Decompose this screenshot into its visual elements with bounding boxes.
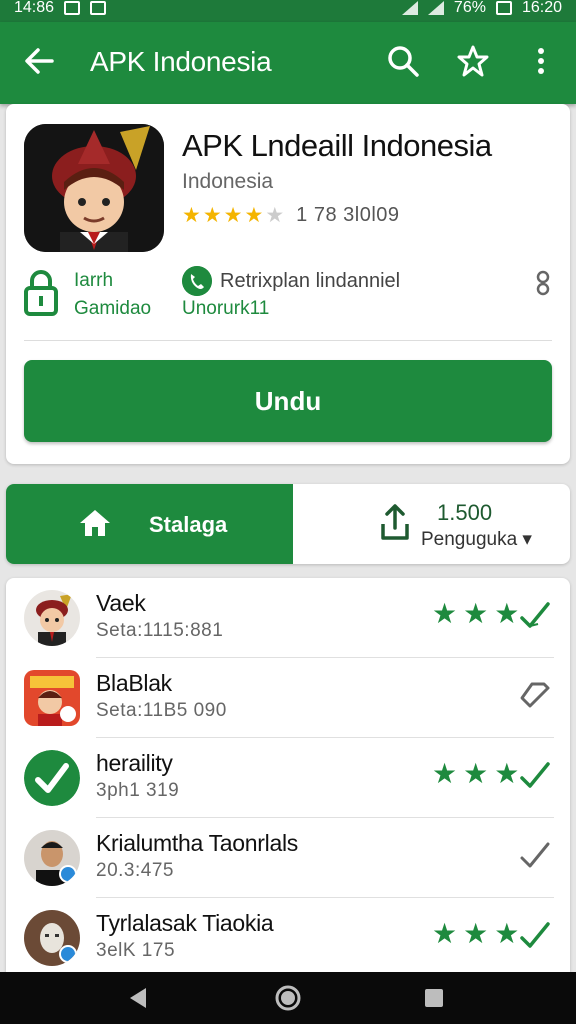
- rating-stars: ★ ★ ★: [432, 760, 519, 788]
- star-filled-icon: ★: [494, 918, 520, 949]
- tab-uploads[interactable]: 1.500 Penguguka ▾: [293, 484, 570, 564]
- lock-icon: [24, 270, 58, 316]
- list-item[interactable]: Tyrlalasak Tiaokia 3elK 175 ★ ★ ★: [6, 898, 570, 972]
- star-filled-icon: ★: [432, 758, 458, 789]
- developer-name[interactable]: Indonesia: [182, 170, 273, 194]
- meta-phone-value: Unorurk11: [182, 298, 270, 319]
- tag-icon[interactable]: [518, 678, 552, 712]
- battery-icon: [495, 1, 512, 15]
- system-nav-bar: [0, 972, 576, 1024]
- star-filled-icon: ★: [463, 598, 489, 629]
- battery-level: 76%: [453, 0, 486, 16]
- list-item-sub: 3ph1 319: [96, 780, 180, 801]
- app-bar: APK Indonesia: [0, 22, 576, 104]
- avatar: [24, 590, 80, 646]
- avatar: [24, 670, 80, 726]
- list-item-name: heraility: [96, 750, 173, 776]
- star-empty-icon: ★: [265, 204, 285, 227]
- rating-count: 1 78 3l0l09: [296, 204, 400, 226]
- notification-icon: [64, 1, 81, 15]
- app-icon: [24, 124, 164, 252]
- list-item-name: Tyrlalasak Tiaokia: [96, 910, 274, 936]
- uploads-count: 1.500: [437, 500, 493, 525]
- star-filled-icon: ★: [202, 204, 222, 227]
- star-filled-icon: ★: [463, 918, 489, 949]
- list-item-sub: 20.3:475: [96, 860, 174, 881]
- home-icon: [80, 510, 110, 536]
- check-icon[interactable]: [518, 598, 552, 632]
- list-item[interactable]: BlaBlak Seta:11B5 090: [6, 658, 570, 738]
- status-time-left: 14:86: [14, 0, 55, 16]
- star-filled-icon: ★: [494, 598, 520, 629]
- more-vert-icon[interactable]: [524, 44, 558, 78]
- nav-recents-icon[interactable]: [420, 984, 448, 1012]
- star-filled-icon: ★: [223, 204, 243, 227]
- list-item-sub: Seta:1115:881: [96, 620, 224, 641]
- nav-back-icon[interactable]: [124, 984, 152, 1012]
- app-details-card: APK Lndeaill Indonesia Indonesia ★ ★ ★ ★…: [6, 104, 570, 464]
- divider: [24, 340, 552, 341]
- tab-home-label: Stalaga: [149, 512, 228, 537]
- avatar: [24, 750, 80, 806]
- app-name: APK Lndeaill Indonesia: [182, 128, 492, 163]
- phone-icon: [182, 266, 212, 296]
- tabs-card: Stalaga 1.500 Penguguka ▾: [6, 484, 570, 564]
- more-info-icon[interactable]: [536, 270, 550, 296]
- tab-home[interactable]: Stalaga: [6, 484, 293, 564]
- list-item[interactable]: heraility 3ph1 319 ★ ★ ★: [6, 738, 570, 818]
- check-outline-icon[interactable]: [518, 838, 552, 872]
- meta-lock-value: Gamidao: [74, 298, 152, 319]
- list-item-name: Vaek: [96, 590, 146, 616]
- page-title: APK Indonesia: [90, 46, 272, 77]
- list-item[interactable]: Krialumtha Taonrlals 20.3:475: [6, 818, 570, 898]
- meta-lock-label: Iarrh: [74, 270, 114, 291]
- check-icon[interactable]: [518, 918, 552, 952]
- user-list: Vaek Seta:1115:881 ★ ★ ★ BlaBlak Seta:11…: [6, 578, 570, 972]
- meta-lock: Iarrh Gamidao: [24, 264, 160, 322]
- signal-icon-2: [427, 1, 444, 15]
- rating-stars: ★ ★ ★: [432, 920, 519, 948]
- arrow-left-icon[interactable]: [22, 44, 56, 78]
- star-filled-icon: ★: [432, 918, 458, 949]
- install-button[interactable]: Undu: [24, 360, 552, 442]
- nav-home-icon[interactable]: [274, 984, 302, 1012]
- notification-icon-2: [90, 1, 107, 15]
- upload-icon: [381, 504, 409, 540]
- meta-phone: Retrixplan lindanniel Unorurk11: [182, 264, 522, 322]
- avatar: [24, 830, 80, 886]
- star-filled-icon: ★: [182, 204, 201, 227]
- search-icon[interactable]: [386, 44, 420, 78]
- list-item-sub: Seta:11B5 090: [96, 700, 227, 721]
- meta-phone-label: Retrixplan lindanniel: [220, 270, 401, 292]
- check-icon[interactable]: [518, 758, 552, 792]
- status-bar: 14:86 76% 16:20: [0, 0, 576, 22]
- avatar: [24, 910, 80, 966]
- star-filled-icon: ★: [463, 758, 489, 789]
- list-item-name: Krialumtha Taonrlals: [96, 830, 298, 856]
- rating-row: ★ ★ ★ ★ ★ 1 78 3l0l09: [182, 204, 400, 227]
- star-filled-icon: ★: [244, 204, 264, 227]
- star-outline-icon[interactable]: [456, 44, 490, 78]
- status-time-right: 16:20: [521, 0, 562, 16]
- uploads-label: Penguguka ▾: [421, 529, 532, 550]
- star-filled-icon: ★: [432, 598, 458, 629]
- list-item-sub: 3elK 175: [96, 940, 176, 961]
- list-item-name: BlaBlak: [96, 670, 172, 696]
- star-filled-icon: ★: [494, 758, 520, 789]
- list-item[interactable]: Vaek Seta:1115:881 ★ ★ ★: [6, 578, 570, 658]
- rating-stars: ★ ★ ★: [432, 600, 519, 628]
- signal-icon: [401, 1, 418, 15]
